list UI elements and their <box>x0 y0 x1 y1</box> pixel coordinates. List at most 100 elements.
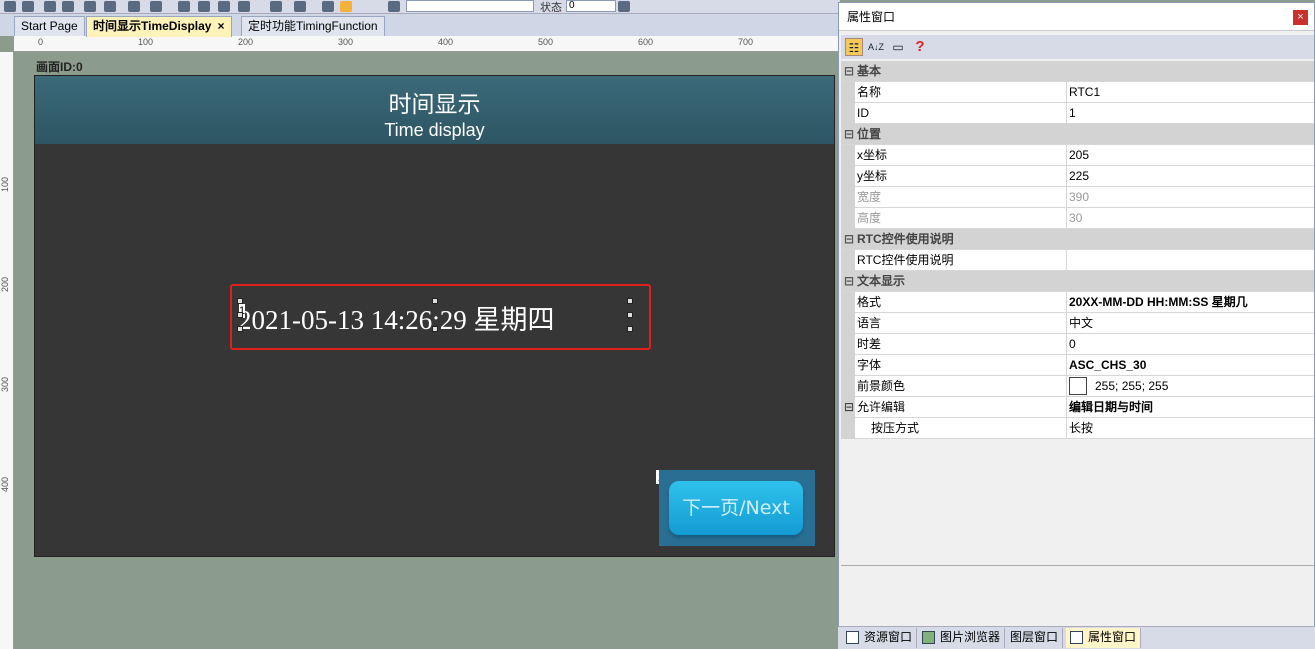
language-combo[interactable] <box>406 0 534 12</box>
property-value[interactable]: 编辑日期与时间 <box>1069 397 1314 417</box>
property-row-time-offset[interactable]: 时差 0 <box>841 334 1314 355</box>
hmi-screen-canvas[interactable]: 时间显示 Time display 2021-05-13 14:26:29 星期… <box>34 75 835 557</box>
run-icon[interactable] <box>238 1 250 12</box>
toolbar-button-icon[interactable] <box>22 1 34 12</box>
save-all-icon[interactable] <box>62 1 74 12</box>
tool-icon[interactable] <box>218 1 230 12</box>
category-rtc-usage[interactable]: ⊟ RTC控件使用说明 <box>841 229 1314 250</box>
ruler-tick: 200 <box>0 276 10 292</box>
state-combo[interactable]: 0 <box>566 0 616 12</box>
tab-layer-window[interactable]: 图层窗口 <box>1006 628 1064 648</box>
ruler-tick: 400 <box>0 476 10 492</box>
property-row-font[interactable]: 字体 ASC_CHS_30 <box>841 355 1314 376</box>
align-icon[interactable] <box>340 1 352 12</box>
resource-icon <box>846 631 859 644</box>
category-basic[interactable]: ⊟ 基本 <box>841 61 1314 82</box>
property-value[interactable]: 长按 <box>1069 418 1314 438</box>
collapse-icon[interactable]: ⊟ <box>844 271 856 291</box>
categorized-icon[interactable]: ☷ <box>845 38 863 56</box>
properties-title: 属性窗口 <box>839 3 1314 31</box>
paste-icon[interactable] <box>104 1 116 12</box>
zoom-out-icon[interactable] <box>294 1 306 12</box>
resize-handle[interactable] <box>237 312 243 318</box>
property-row-y[interactable]: y坐标 225 <box>841 166 1314 187</box>
property-value[interactable]: ASC_CHS_30 <box>1069 355 1314 375</box>
compile-icon[interactable] <box>178 1 190 12</box>
property-value[interactable]: 20XX-MM-DD HH:MM:SS 星期几 <box>1069 292 1314 312</box>
property-row-foreground-color[interactable]: 前景颜色 255; 255; 255 <box>841 376 1314 397</box>
category-position[interactable]: ⊟ 位置 <box>841 124 1314 145</box>
grid-icon <box>1070 631 1083 644</box>
resize-handle[interactable] <box>237 298 243 304</box>
property-value[interactable] <box>1069 250 1314 270</box>
tab-image-browser[interactable]: 图片浏览器 <box>918 628 1006 648</box>
save-icon[interactable] <box>44 1 56 12</box>
grid-toggle-icon[interactable] <box>322 1 334 12</box>
tab-timing-function[interactable]: 定时功能TimingFunction <box>241 16 385 36</box>
download-icon[interactable] <box>128 1 140 12</box>
upload-icon[interactable] <box>150 1 162 12</box>
next-button-area[interactable]: 下一页/Next <box>659 470 815 546</box>
vertical-ruler: 100 200 300 400 <box>0 52 14 649</box>
property-row-language[interactable]: 语言 中文 <box>841 313 1314 334</box>
property-value[interactable]: 0 <box>1069 334 1314 354</box>
screen-header: 时间显示 Time display <box>35 76 834 144</box>
resize-handle[interactable] <box>627 326 633 332</box>
property-row-width: 宽度 390 <box>841 187 1314 208</box>
collapse-icon[interactable]: ⊟ <box>844 397 856 417</box>
property-key: RTC控件使用说明 <box>857 250 1067 270</box>
resize-handle[interactable] <box>432 326 438 332</box>
property-row-rtc-usage[interactable]: RTC控件使用说明 <box>841 250 1314 271</box>
help-icon[interactable]: ? <box>911 38 929 56</box>
sort-alpha-icon[interactable]: A↓Z <box>867 38 885 56</box>
rtc-datetime-text: 2021-05-13 14:26:29 星期四 <box>238 305 555 335</box>
property-value[interactable]: RTC1 <box>1069 82 1314 102</box>
ruler-tick: 400 <box>438 37 454 47</box>
property-value[interactable]: 225 <box>1069 166 1314 186</box>
property-value[interactable]: 205 <box>1069 145 1314 165</box>
zoom-in-icon[interactable] <box>270 1 282 12</box>
category-text-display[interactable]: ⊟ 文本显示 <box>841 271 1314 292</box>
property-key: x坐标 <box>857 145 1067 165</box>
color-swatch[interactable] <box>1069 376 1087 395</box>
tab-label: Start Page <box>21 19 78 33</box>
resize-handle[interactable] <box>432 298 438 304</box>
collapse-icon[interactable]: ⊟ <box>844 61 856 81</box>
close-icon[interactable]: × <box>1293 10 1308 25</box>
ruler-tick: 600 <box>638 37 654 47</box>
tab-properties-window[interactable]: 属性窗口 <box>1066 628 1142 648</box>
property-key: 时差 <box>857 334 1067 354</box>
toolbar-button-icon[interactable] <box>4 1 16 12</box>
next-page-button[interactable]: 下一页/Next <box>669 481 803 535</box>
language-icon[interactable] <box>388 1 400 12</box>
tab-resource-window[interactable]: 资源窗口 <box>842 628 918 648</box>
property-row-press-mode[interactable]: 按压方式 长按 <box>841 418 1314 439</box>
property-row-format[interactable]: 格式 20XX-MM-DD HH:MM:SS 星期几 <box>841 292 1314 313</box>
tab-time-display[interactable]: 时间显示TimeDisplay × <box>86 16 232 37</box>
horizontal-ruler: 0 100 200 300 400 500 600 700 <box>14 36 840 52</box>
property-row-id[interactable]: ID 1 <box>841 103 1314 124</box>
close-icon[interactable]: × <box>217 19 224 33</box>
resize-handle[interactable] <box>627 298 633 304</box>
copy-icon[interactable] <box>84 1 96 12</box>
chevron-down-icon[interactable] <box>618 1 630 12</box>
rtc-control[interactable]: 2021-05-13 14:26:29 星期四 1 <box>230 284 651 350</box>
tab-start-page[interactable]: Start Page <box>14 16 85 36</box>
property-value[interactable]: 1 <box>1069 103 1314 123</box>
property-value-color[interactable]: 255; 255; 255 <box>1069 376 1314 396</box>
build-icon[interactable] <box>198 1 210 12</box>
collapse-icon[interactable]: ⊟ <box>844 229 856 249</box>
ruler-tick: 300 <box>338 37 354 47</box>
collapse-icon[interactable]: ⊟ <box>844 124 856 144</box>
property-row-x[interactable]: x坐标 205 <box>841 145 1314 166</box>
ruler-tick: 200 <box>238 37 254 47</box>
property-grid: ⊟ 基本 名称 RTC1 ID 1 ⊟ 位置 x坐标 205 y坐标 225 宽度 390 高… <box>841 61 1314 439</box>
property-row-allow-edit[interactable]: ⊟ 允许编辑 编辑日期与时间 <box>841 397 1314 418</box>
property-pages-icon[interactable]: ▭ <box>889 38 907 56</box>
property-value[interactable]: 中文 <box>1069 313 1314 333</box>
resize-handle[interactable] <box>627 312 633 318</box>
property-key: 语言 <box>857 313 1067 333</box>
resize-handle[interactable] <box>237 326 243 332</box>
property-row-name[interactable]: 名称 RTC1 <box>841 82 1314 103</box>
property-value: 30 <box>1069 211 1083 225</box>
